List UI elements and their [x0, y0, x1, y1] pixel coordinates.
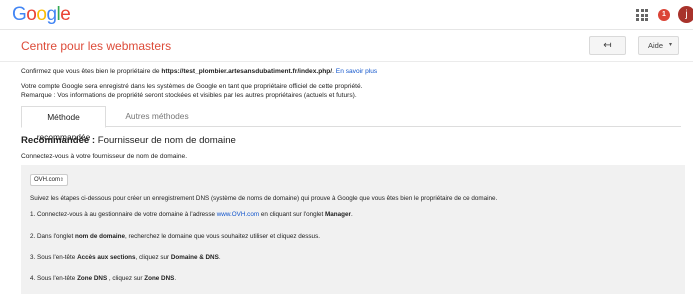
- step-4-bold-2: Zone DNS: [144, 275, 175, 282]
- help-button[interactable]: Aide ▾: [638, 36, 679, 55]
- page-title: Centre pour les webmasters: [21, 39, 172, 53]
- tab-other-methods[interactable]: Autres méthodes: [117, 106, 197, 128]
- google-top-bar: Google 1 j: [0, 0, 693, 30]
- recommended-heading: Recommandée : Fournisseur de nom de doma…: [21, 135, 236, 146]
- step-1-prefix: 1. Connectez-vous à au gestionnaire de v…: [30, 211, 217, 218]
- method-tabs: Méthode recommandée Autres méthodes: [21, 106, 681, 142]
- step-3: 3. Sous l'en-tête Accès aux sections, cl…: [30, 254, 221, 261]
- provider-select-value: OVH.com: [34, 177, 61, 183]
- step-1: 1. Connectez-vous à au gestionnaire de v…: [30, 211, 353, 218]
- step-1-mid: en cliquant sur l'onglet: [259, 211, 326, 218]
- step-1-suffix: .: [350, 211, 353, 218]
- recommended-heading-bold: Recommandée :: [21, 135, 96, 146]
- page-header: Centre pour les webmasters ↤ Aide ▾: [0, 30, 693, 62]
- ovh-link[interactable]: www.OVH.com: [217, 211, 259, 218]
- step-4-bold-1: Zone DNS: [77, 275, 108, 282]
- step-3-bold-2: Domaine & DNS: [170, 254, 219, 261]
- owner-notice: Votre compte Google sera enregistré dans…: [21, 83, 521, 100]
- recommended-heading-rest: Fournisseur de nom de domaine: [95, 135, 236, 146]
- chevron-down-icon: ▾: [668, 42, 672, 48]
- help-button-label: Aide: [648, 41, 664, 50]
- learn-more-link[interactable]: En savoir plus: [336, 68, 377, 75]
- tab-recommended-method[interactable]: Méthode recommandée: [21, 106, 106, 142]
- step-1-bold: Manager: [325, 211, 351, 218]
- back-button[interactable]: ↤: [589, 36, 626, 55]
- confirm-prefix: Confirmez que vous êtes bien le propriét…: [21, 68, 162, 75]
- step-2-bold: nom de domaine: [74, 233, 125, 240]
- step-4: 4. Sous l'en-tête Zone DNS , cliquez sur…: [30, 275, 176, 282]
- ownership-confirm-text: Confirmez que vous êtes bien le propriét…: [21, 68, 377, 75]
- step-3-suffix: .: [218, 254, 221, 261]
- step-2-prefix: 2. Dans l'onglet: [30, 233, 75, 240]
- owner-notice-line: Votre compte Google sera enregistré dans…: [21, 83, 363, 90]
- notifications-badge[interactable]: 1: [658, 9, 670, 21]
- step-4-suffix: .: [174, 275, 177, 282]
- step-3-bold-1: Accès aux sections: [77, 254, 136, 261]
- instructions-intro: Suivez les étapes ci-dessous pour créer …: [30, 195, 498, 202]
- step-3-mid: , cliquez sur: [135, 254, 171, 261]
- connect-provider-text: Connectez-vous à votre fournisseur de no…: [21, 153, 188, 160]
- google-logo[interactable]: Google: [12, 4, 71, 26]
- step-3-prefix: 3. Sous l'en-tête: [30, 254, 78, 261]
- provider-select[interactable]: OVH.com ⇕: [30, 174, 68, 186]
- step-4-mid: , cliquez sur: [107, 275, 145, 282]
- step-2: 2. Dans l'onglet nom de domaine, recherc…: [30, 233, 320, 240]
- owner-remark-line: Remarque : Vos informations de propriété…: [21, 91, 357, 99]
- account-avatar[interactable]: j: [678, 6, 693, 23]
- instructions-panel: OVH.com ⇕ Suivez les étapes ci-dessous p…: [21, 165, 685, 294]
- step-4-prefix: 4. Sous l'en-tête: [30, 275, 78, 282]
- step-2-suffix: , recherchez le domaine que vous souhait…: [125, 233, 320, 240]
- back-arrow-icon: ↤: [603, 40, 612, 51]
- apps-grid-icon[interactable]: [636, 9, 648, 21]
- site-url: https://test_plombier.artesansdubatiment…: [161, 68, 333, 75]
- select-arrows-icon: ⇕: [59, 177, 64, 183]
